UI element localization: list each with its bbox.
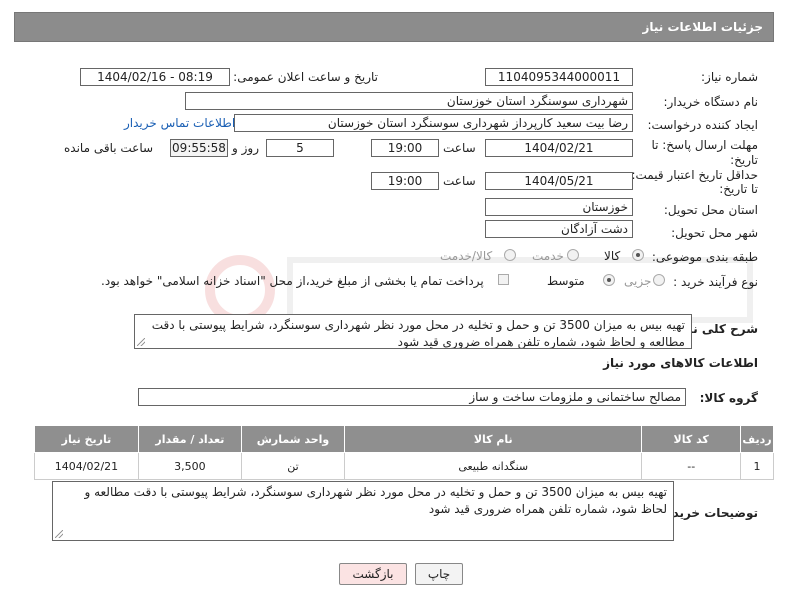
goods-group-label: گروه کالا: — [699, 391, 758, 405]
col-name: نام کالا — [344, 425, 643, 453]
category-option-both: کالا/خدمت — [440, 249, 493, 263]
buyer-org-field[interactable]: شهرداری سوسنگرد استان خوزستان — [185, 92, 633, 110]
col-unit: واحد شمارش — [240, 425, 346, 453]
goods-table-header: ردیف کد کالا نام کالا واحد شمارش تعداد /… — [34, 425, 774, 453]
buyer-notes-text: تهیه بیس به میزان 3500 تن و حمل و تخلیه … — [84, 485, 667, 516]
back-button[interactable]: بازگشت — [339, 563, 407, 585]
process-option-medium: متوسط — [547, 274, 585, 288]
remaining-time-field[interactable]: 09:55:58 — [170, 139, 228, 157]
deadline-label-date: تاریخ: — [730, 153, 758, 167]
process-label: نوع فرآیند خرید : — [673, 275, 758, 289]
category-radio-both[interactable] — [504, 249, 516, 261]
cell-date: 1404/02/21 — [34, 452, 139, 480]
page-header: جزئیات اطلاعات نیاز — [14, 12, 774, 42]
city-field[interactable]: دشت آزادگان — [485, 220, 633, 238]
price-validity-label-date: تا تاریخ: — [719, 182, 758, 196]
category-radio-service[interactable] — [567, 249, 579, 261]
need-number-label: شماره نیاز: — [701, 70, 758, 84]
province-label: استان محل تحویل: — [663, 203, 758, 217]
province-field[interactable]: خوزستان — [485, 198, 633, 216]
need-number-field[interactable]: 1104095344000011 — [485, 68, 633, 86]
price-validity-label: حداقل تاریخ اعتبار قیمت: — [631, 168, 758, 182]
deadline-time-field[interactable]: 19:00 — [371, 139, 439, 157]
deadline-date-field[interactable]: 1404/02/21 — [485, 139, 633, 157]
resize-grip-icon[interactable] — [55, 530, 63, 538]
cell-qty: 3,500 — [137, 452, 242, 480]
buyer-notes-textarea[interactable]: تهیه بیس به میزان 3500 تن و حمل و تخلیه … — [52, 481, 674, 541]
category-option-service: خدمت — [532, 249, 564, 263]
process-radio-medium[interactable] — [603, 274, 615, 286]
process-option-minor: جزیی — [624, 274, 652, 288]
col-qty: تعداد / مقدار — [137, 425, 242, 453]
treasury-checkbox[interactable] — [498, 274, 509, 285]
goods-section-title: اطلاعات کالاهای مورد نیاز — [603, 356, 758, 370]
goods-group-field[interactable]: مصالح ساختمانی و ملزومات ساخت و ساز — [138, 388, 686, 406]
goods-table: ردیف کد کالا نام کالا واحد شمارش تعداد /… — [34, 425, 774, 480]
col-row: ردیف — [740, 425, 774, 453]
cell-code: -- — [641, 452, 742, 480]
resize-grip-icon[interactable] — [137, 338, 145, 346]
announce-field[interactable]: 1404/02/16 - 08:19 — [80, 68, 230, 86]
buyer-contact-link[interactable]: اطلاعات تماس خریدار — [124, 116, 235, 130]
days-label: روز و — [232, 141, 259, 155]
table-row[interactable]: 1 -- سنگدانه طبیعی تن 3,500 1404/02/21 — [34, 452, 774, 480]
price-time-field[interactable]: 19:00 — [371, 172, 439, 190]
category-label: طبقه بندی موضوعی: — [651, 250, 758, 264]
print-button[interactable]: چاپ — [415, 563, 463, 585]
buyer-org-label: نام دستگاه خریدار: — [663, 95, 759, 109]
treasury-payment-note: پرداخت تمام یا بخشی از مبلغ خرید،از محل … — [101, 274, 484, 288]
cell-name: سنگدانه طبیعی — [344, 452, 643, 480]
price-time-label: ساعت — [443, 174, 476, 188]
page-title: جزئیات اطلاعات نیاز — [642, 20, 763, 34]
requester-field[interactable]: رضا بیت سعید کارپرداز شهرداری سوسنگرد اس… — [234, 114, 633, 132]
category-radio-goods[interactable] — [632, 249, 644, 261]
cell-row: 1 — [740, 452, 774, 480]
description-text: تهیه بیس به میزان 3500 تن و حمل و تخلیه … — [151, 318, 685, 349]
col-code: کد کالا — [641, 425, 742, 453]
remaining-label: ساعت باقی مانده — [64, 141, 154, 155]
deadline-time-label: ساعت — [443, 141, 476, 155]
requester-label: ایجاد کننده درخواست: — [647, 118, 758, 132]
days-remaining-field[interactable]: 5 — [266, 139, 334, 157]
description-textarea[interactable]: تهیه بیس به میزان 3500 تن و حمل و تخلیه … — [134, 314, 692, 349]
cell-unit: تن — [240, 452, 346, 480]
category-option-goods: کالا — [604, 249, 621, 263]
city-label: شهر محل تحویل: — [671, 226, 758, 240]
process-radio-minor[interactable] — [653, 274, 665, 286]
price-date-field[interactable]: 1404/05/21 — [485, 172, 633, 190]
announce-label: تاریخ و ساعت اعلان عمومی: — [233, 70, 378, 84]
col-date: تاریخ نیاز — [34, 425, 139, 453]
deadline-label: مهلت ارسال پاسخ: تا — [651, 138, 758, 152]
